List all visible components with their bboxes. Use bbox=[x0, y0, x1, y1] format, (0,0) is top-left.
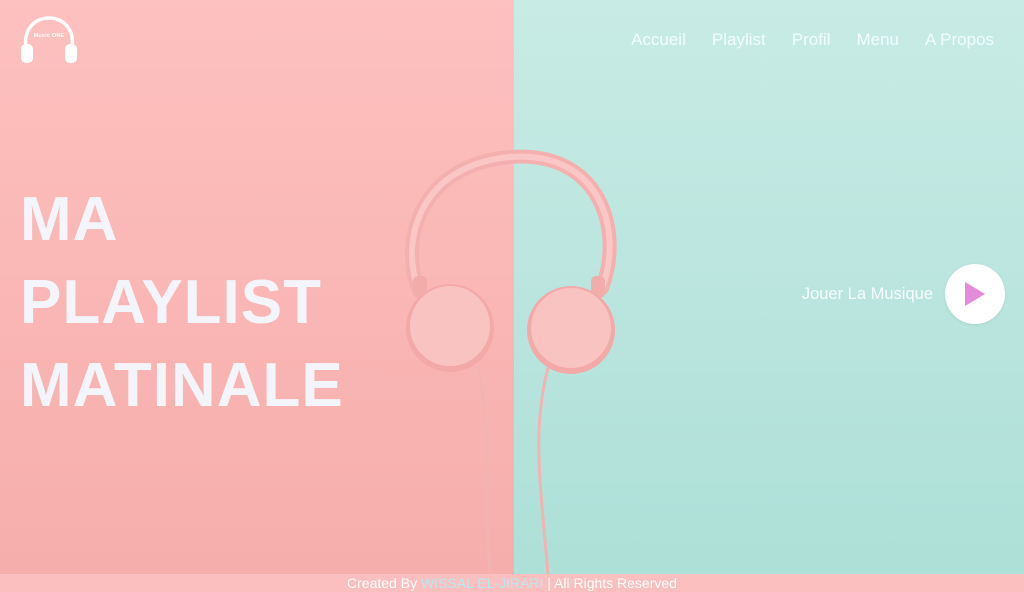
headphones-icon bbox=[21, 16, 77, 63]
play-music-control: Jouer La Musique bbox=[802, 264, 1005, 324]
main-navigation: Accueil Playlist Profil Menu A Propos bbox=[605, 30, 994, 50]
hero-title: MA PLAYLIST MATINALE bbox=[20, 178, 344, 427]
nav-playlist[interactable]: Playlist bbox=[712, 30, 766, 50]
play-icon bbox=[965, 282, 985, 306]
hero-line-1: MA bbox=[20, 185, 119, 254]
nav-a-propos[interactable]: A Propos bbox=[925, 30, 994, 50]
music-landing-page: Music ONE Accueil Playlist Profil Menu A… bbox=[0, 0, 1024, 592]
hero-line-2: PLAYLIST bbox=[20, 268, 322, 337]
play-music-label[interactable]: Jouer La Musique bbox=[802, 285, 933, 304]
footer-prefix: Created By bbox=[347, 575, 418, 591]
nav-accueil[interactable]: Accueil bbox=[631, 30, 686, 50]
footer-author-link[interactable]: WISSAL EL-JIRARI bbox=[421, 575, 543, 591]
nav-profil[interactable]: Profil bbox=[792, 30, 831, 50]
music-one-logo[interactable]: Music ONE bbox=[18, 14, 80, 66]
footer: Created By WISSAL EL-JIRARI | All Rights… bbox=[0, 574, 1024, 592]
footer-suffix: | All Rights Reserved bbox=[547, 575, 677, 591]
play-button[interactable] bbox=[945, 264, 1005, 324]
logo-text: Music ONE bbox=[33, 33, 65, 39]
hero-line-3: MATINALE bbox=[20, 351, 344, 420]
nav-menu[interactable]: Menu bbox=[856, 30, 899, 50]
